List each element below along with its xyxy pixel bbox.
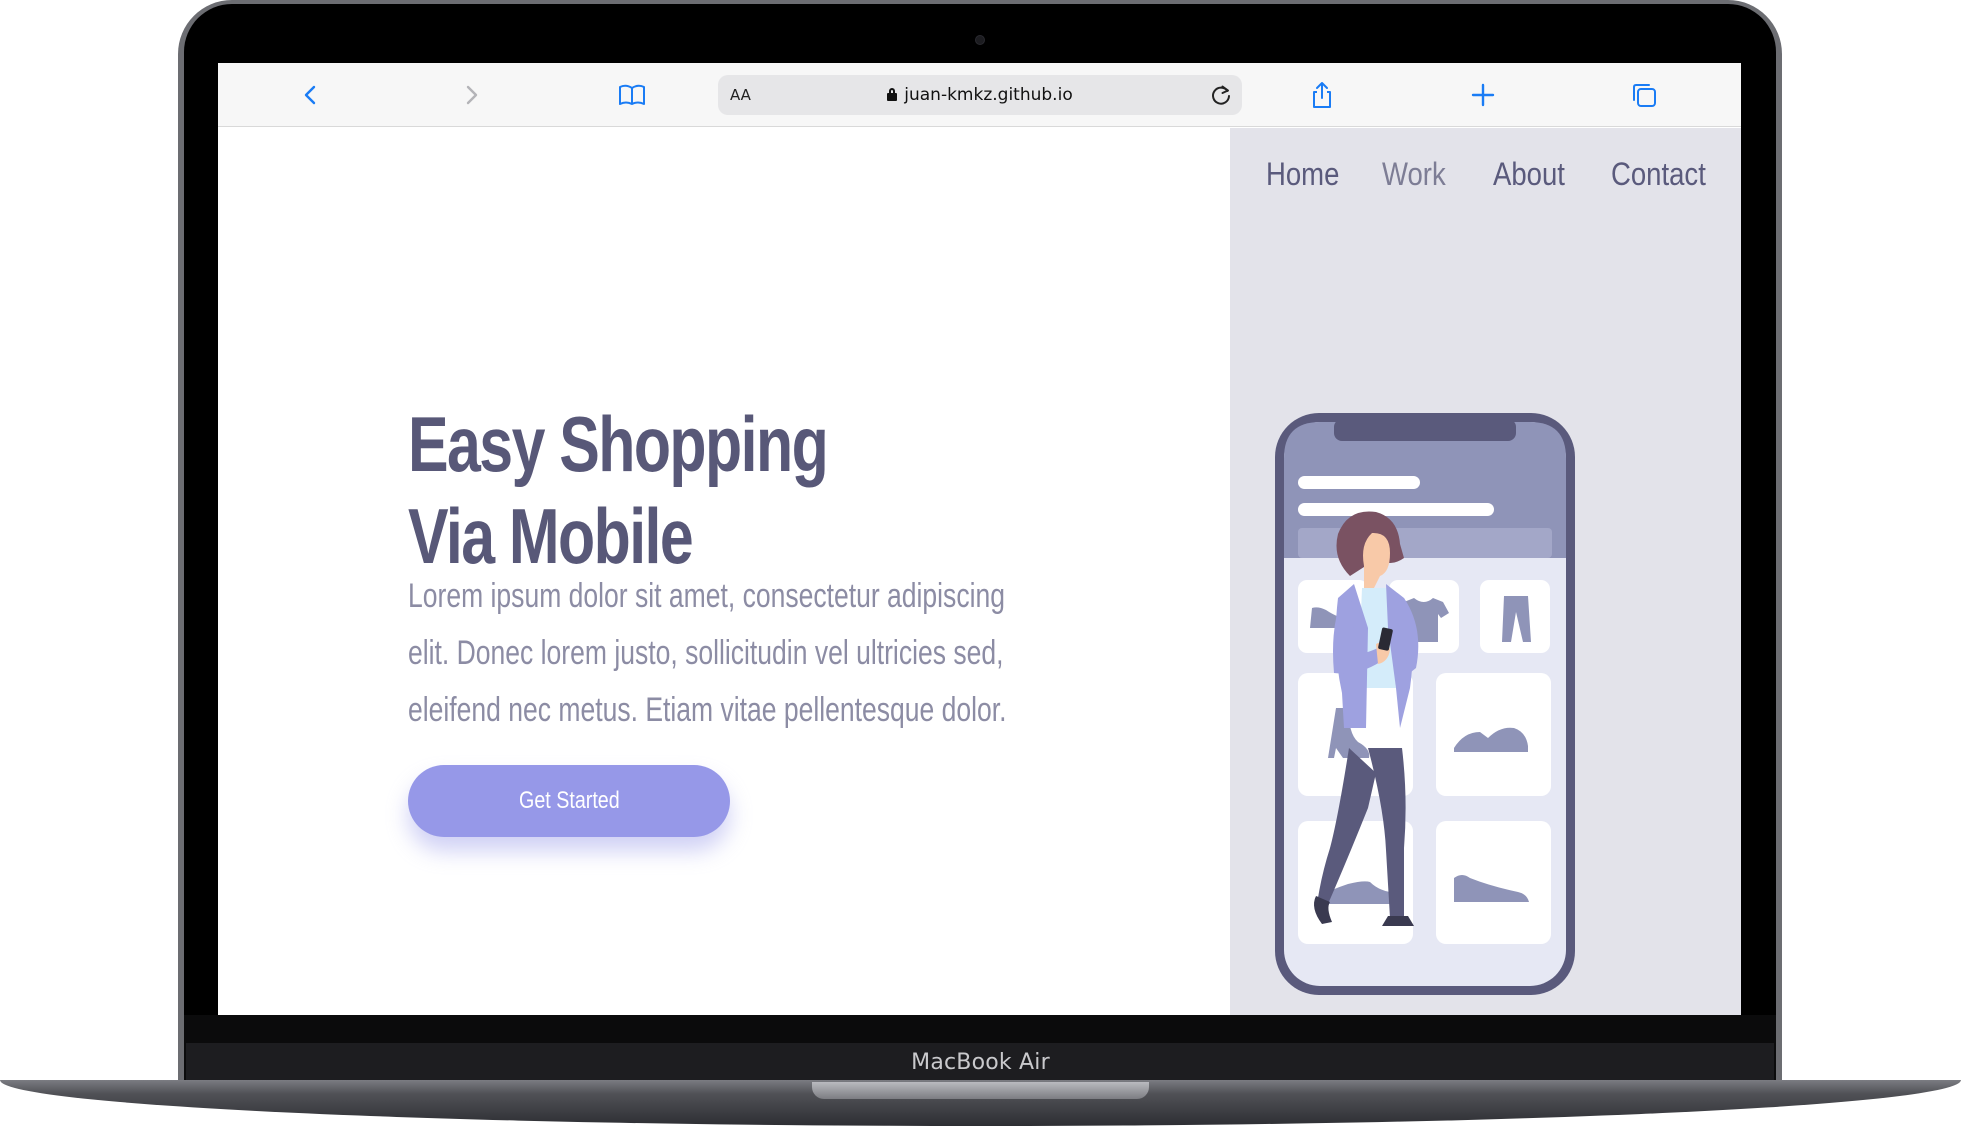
hero-text-line-3: eleifend nec metus. Etiam vitae pellente…: [408, 691, 1007, 729]
right-panel-background: [1230, 128, 1741, 1015]
web-page: Home Work About Contact Easy Shopping Vi…: [218, 128, 1741, 1015]
url-text: juan-kmkz.github.io: [718, 85, 1242, 105]
nav-contact[interactable]: Contact: [1611, 156, 1706, 193]
hero-description: Lorem ipsum dolor sit amet, consectetur …: [408, 568, 1007, 739]
back-icon[interactable]: [296, 80, 326, 110]
tabs-icon[interactable]: [1629, 80, 1659, 110]
camera-icon: [975, 35, 985, 45]
get-started-label: Get Started: [518, 787, 620, 814]
nav-about[interactable]: About: [1493, 156, 1565, 193]
url-value: juan-kmkz.github.io: [904, 85, 1073, 105]
address-bar[interactable]: AA juan-kmkz.github.io: [718, 75, 1242, 115]
lock-icon: [887, 88, 898, 101]
browser-toolbar: AA juan-kmkz.github.io: [218, 63, 1741, 127]
bookmarks-icon[interactable]: [617, 80, 647, 110]
hero-title-line-2: Via Mobile: [408, 492, 694, 580]
get-started-button[interactable]: Get Started: [408, 765, 730, 837]
nav-work[interactable]: Work: [1382, 156, 1446, 193]
hero-text-line-2: elit. Donec lorem justo, sollicitudin ve…: [408, 634, 1004, 672]
hero-title: Easy Shopping Via Mobile: [408, 398, 876, 582]
reload-icon[interactable]: [1208, 82, 1234, 108]
hero-title-line-1: Easy Shopping: [408, 400, 829, 488]
nav-home[interactable]: Home: [1266, 156, 1339, 193]
new-tab-icon[interactable]: [1468, 80, 1498, 110]
share-icon[interactable]: [1307, 80, 1337, 110]
hero-text-line-1: Lorem ipsum dolor sit amet, consectetur …: [408, 577, 1005, 615]
screen: AA juan-kmkz.github.io Home Work About C…: [218, 63, 1741, 1015]
model-label: MacBook Air: [911, 1050, 1050, 1075]
base-notch: [812, 1082, 1149, 1099]
forward-icon[interactable]: [456, 80, 486, 110]
